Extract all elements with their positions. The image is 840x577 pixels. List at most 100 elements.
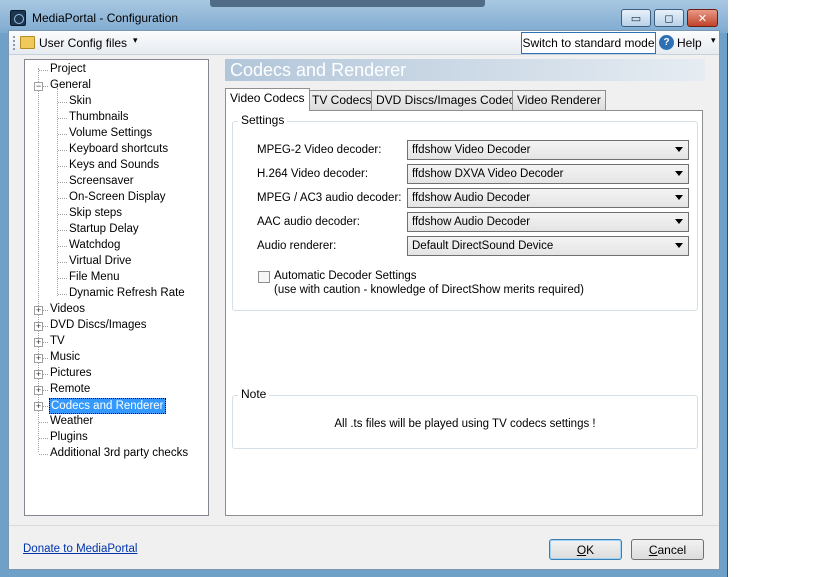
close-button[interactable]: ✕ xyxy=(687,9,718,27)
settings-group: Settings MPEG-2 Video decoder: ffdshow V… xyxy=(232,113,698,311)
tree-item-keyboard-shortcuts[interactable]: Keyboard shortcuts xyxy=(68,142,169,158)
audio-renderer-select[interactable]: Default DirectSound Device xyxy=(407,236,689,256)
tree-connector xyxy=(58,214,67,215)
h264-decoder-value: ffdshow DXVA Video Decoder xyxy=(412,168,564,180)
tree-connector xyxy=(58,278,67,279)
help-menu[interactable]: Help xyxy=(677,36,702,50)
toolbar: User Config files ▾ Switch to standard m… xyxy=(9,31,719,55)
expand-icon[interactable]: + xyxy=(34,338,43,347)
tree-item-skip-steps[interactable]: Skip steps xyxy=(68,206,123,222)
tree-connector xyxy=(58,182,67,183)
tree-connector xyxy=(58,102,67,103)
mpeg-ac3-decoder-select[interactable]: ffdshow Audio Decoder xyxy=(407,188,689,208)
settings-tree[interactable]: Project General − Skin Thumbnails Volume Sett… xyxy=(24,59,209,516)
page-title: Codecs and Renderer xyxy=(225,59,705,81)
tree-item-pictures[interactable]: Pictures xyxy=(49,366,93,382)
tree-connector xyxy=(58,150,67,151)
maximize-button[interactable]: ◻ xyxy=(654,9,684,27)
help-chevron-down-icon[interactable]: ▾ xyxy=(711,35,716,46)
mpeg2-decoder-select[interactable]: ffdshow Video Decoder xyxy=(407,140,689,160)
mpeg-ac3-decoder-label: MPEG / AC3 audio decoder: xyxy=(257,192,402,204)
footer-divider xyxy=(9,525,719,526)
tree-item-remote[interactable]: Remote xyxy=(49,382,91,398)
tree-item-virtual-drive[interactable]: Virtual Drive xyxy=(68,254,132,270)
tree-item-dynamic-refresh-rate[interactable]: Dynamic Refresh Rate xyxy=(68,286,186,302)
tab-dvd-codecs[interactable]: DVD Discs/Images Codecs xyxy=(371,90,526,110)
collapse-icon[interactable]: − xyxy=(34,82,43,91)
expand-icon[interactable]: + xyxy=(34,402,43,411)
tree-connector xyxy=(58,246,67,247)
window-title: MediaPortal - Configuration xyxy=(32,11,179,25)
auto-decoder-label[interactable]: Automatic Decoder Settings xyxy=(274,270,417,282)
audio-renderer-label: Audio renderer: xyxy=(257,240,337,252)
tree-connector xyxy=(58,118,67,119)
tree-connector xyxy=(39,70,48,71)
user-config-files-menu[interactable]: User Config files xyxy=(39,36,127,50)
tree-guide-line xyxy=(57,88,58,296)
tree-item-project[interactable]: Project xyxy=(49,62,87,78)
tree-item-watchdog[interactable]: Watchdog xyxy=(68,238,121,254)
settings-group-label: Settings xyxy=(238,113,288,127)
tree-connector xyxy=(39,454,48,455)
h264-decoder-label: H.264 Video decoder: xyxy=(257,168,369,180)
tree-item-thumbnails[interactable]: Thumbnails xyxy=(68,110,129,126)
tree-item-skin[interactable]: Skin xyxy=(68,94,92,110)
tree-item-dvd-discs-images[interactable]: DVD Discs/Images xyxy=(49,318,148,334)
audio-renderer-value: Default DirectSound Device xyxy=(412,240,554,252)
auto-decoder-checkbox[interactable] xyxy=(258,271,270,283)
tree-item-tv[interactable]: TV xyxy=(49,334,66,350)
tab-video-renderer[interactable]: Video Renderer xyxy=(512,90,606,110)
tree-item-startup-delay[interactable]: Startup Delay xyxy=(68,222,140,238)
folder-icon[interactable] xyxy=(20,36,35,49)
mediaportal-icon xyxy=(10,10,26,26)
expand-icon[interactable]: + xyxy=(34,386,43,395)
tree-connector xyxy=(58,134,67,135)
donate-link[interactable]: Donate to MediaPortal xyxy=(23,543,137,555)
tree-connector xyxy=(58,198,67,199)
mpeg2-decoder-label: MPEG-2 Video decoder: xyxy=(257,144,382,156)
client-area: User Config files ▾ Switch to standard m… xyxy=(8,30,720,570)
dropdown-arrow-icon xyxy=(675,171,683,176)
tree-item-codecs-and-renderer[interactable]: Codecs and Renderer xyxy=(49,398,166,414)
help-icon[interactable]: ? xyxy=(659,35,674,50)
mpeg-ac3-decoder-value: ffdshow Audio Decoder xyxy=(412,192,531,204)
expand-icon[interactable]: + xyxy=(34,322,43,331)
tab-video-codecs[interactable]: Video Codecs xyxy=(225,88,310,111)
tree-connector xyxy=(39,438,48,439)
switch-mode-button[interactable]: Switch to standard mode xyxy=(521,32,656,54)
tree-item-on-screen-display[interactable]: On-Screen Display xyxy=(68,190,167,206)
tab-tv-codecs[interactable]: TV Codecs xyxy=(307,90,377,110)
tree-item-screensaver[interactable]: Screensaver xyxy=(68,174,135,190)
h264-decoder-select[interactable]: ffdshow DXVA Video Decoder xyxy=(407,164,689,184)
expand-icon[interactable]: + xyxy=(34,370,43,379)
dropdown-arrow-icon xyxy=(675,147,683,152)
aac-decoder-select[interactable]: ffdshow Audio Decoder xyxy=(407,212,689,232)
chevron-down-icon[interactable]: ▾ xyxy=(133,35,138,46)
tree-item-videos[interactable]: Videos xyxy=(49,302,86,318)
tree-item-plugins[interactable]: Plugins xyxy=(49,430,89,446)
tree-item-additional-3rd-party-checks[interactable]: Additional 3rd party checks xyxy=(49,446,189,462)
mpeg2-decoder-value: ffdshow Video Decoder xyxy=(412,144,531,156)
cancel-button[interactable]: Cancel xyxy=(631,539,704,560)
app-window: MediaPortal - Configuration ▭ ◻ ✕ User C… xyxy=(0,0,728,577)
tree-item-general[interactable]: General xyxy=(49,78,92,94)
toolbar-grip[interactable] xyxy=(13,36,16,50)
tree-item-music[interactable]: Music xyxy=(49,350,81,366)
auto-decoder-note: (use with caution - knowledge of DirectS… xyxy=(274,284,584,296)
ok-button[interactable]: OK xyxy=(549,539,622,560)
expand-icon[interactable]: + xyxy=(34,306,43,315)
maximize-icon: ◻ xyxy=(664,12,674,25)
note-text: All .ts files will be played using TV co… xyxy=(334,418,596,430)
tree-item-keys-and-sounds[interactable]: Keys and Sounds xyxy=(68,158,160,174)
dropdown-arrow-icon xyxy=(675,243,683,248)
tree-item-weather[interactable]: Weather xyxy=(49,414,94,430)
close-icon: ✕ xyxy=(697,12,708,25)
minimize-button[interactable]: ▭ xyxy=(621,9,651,27)
title-bar[interactable]: MediaPortal - Configuration ▭ ◻ ✕ xyxy=(0,0,728,33)
expand-icon[interactable]: + xyxy=(34,354,43,363)
tree-connector xyxy=(58,262,67,263)
title-bar-accent xyxy=(210,0,485,7)
tree-item-volume-settings[interactable]: Volume Settings xyxy=(68,126,153,142)
tree-item-file-menu[interactable]: File Menu xyxy=(68,270,121,286)
tree-connector xyxy=(58,294,67,295)
